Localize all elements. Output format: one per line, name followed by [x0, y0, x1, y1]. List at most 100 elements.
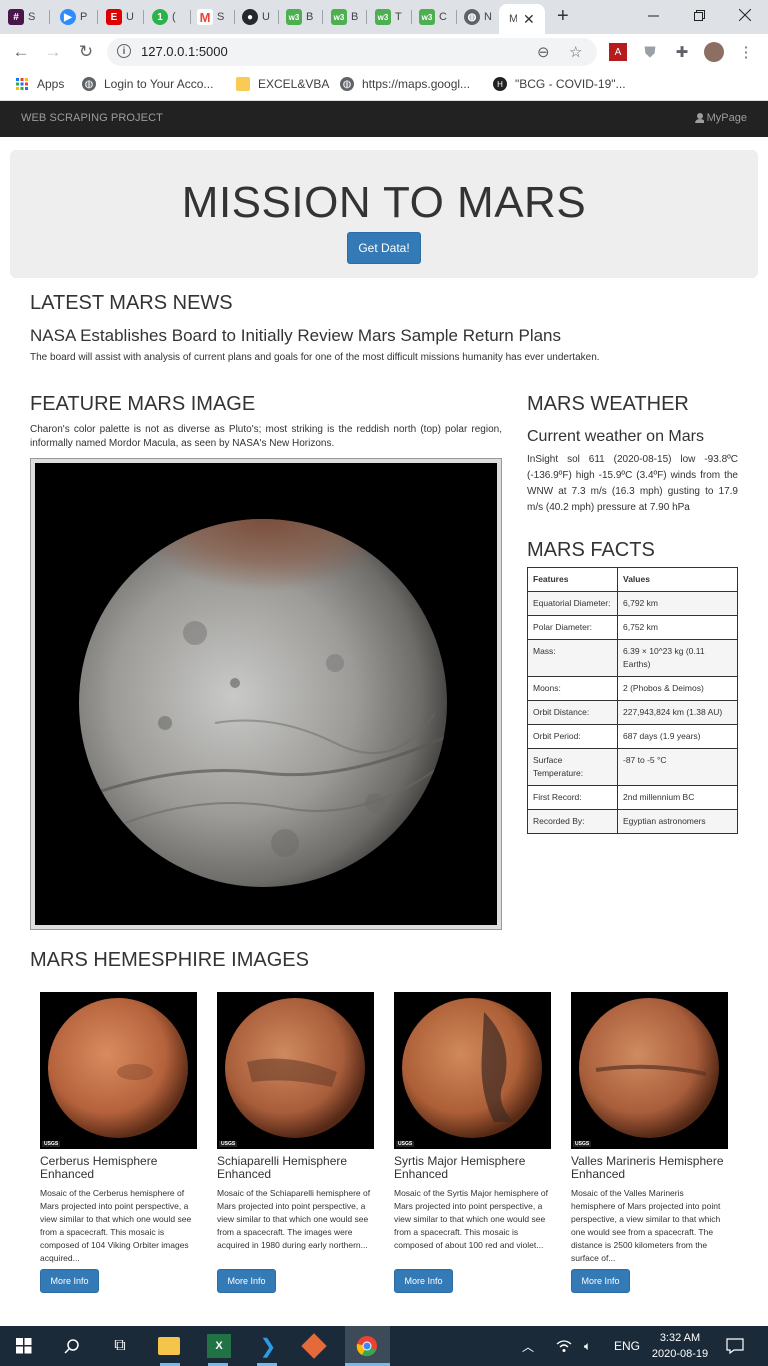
pdf-extension-icon[interactable]: A — [609, 43, 627, 61]
more-info-button[interactable]: More Info — [394, 1269, 453, 1293]
volume-icon[interactable]: 🔈︎ — [584, 1326, 591, 1366]
browser-tab[interactable]: E U — [106, 4, 134, 30]
weather-heading: MARS WEATHER — [527, 393, 689, 415]
table-row: Polar Diameter: 6,752 km — [527, 615, 738, 640]
bookmark-excel-vba[interactable]: EXCEL&VBA — [236, 77, 329, 91]
more-info-button[interactable]: More Info — [571, 1269, 630, 1293]
browser-tab[interactable]: w3 B — [286, 4, 314, 30]
search-button[interactable] — [60, 1334, 84, 1358]
fact-key: Surface Temperature: — [527, 748, 618, 786]
forward-button[interactable]: → — [42, 41, 64, 63]
browser-tab-active[interactable]: M ✕ — [499, 4, 545, 34]
minimize-button[interactable] — [630, 0, 676, 30]
menu-kebab-icon[interactable]: ⋮ — [737, 43, 755, 61]
table-header-row: Features Values — [527, 567, 738, 592]
bookmark-bcg[interactable]: H "BCG - COVID-19"... — [493, 77, 626, 91]
puzzle-extensions-icon[interactable]: ✚ — [673, 43, 691, 61]
language-indicator[interactable]: ENG — [614, 1326, 640, 1366]
hemisphere-image: USGS — [571, 992, 728, 1149]
fact-key: Mass: — [527, 639, 618, 677]
w3schools-icon: w3 — [331, 9, 347, 25]
browser-tab[interactable]: ▶ P — [60, 4, 88, 30]
feature-caption: Charon's color palette is not as diverse… — [30, 424, 502, 449]
hemisphere-description: Mosaic of the Cerberus hemisphere of Mar… — [40, 1188, 192, 1263]
tab-label: P — [80, 11, 88, 23]
site-navbar: WEB SCRAPING PROJECT MyPage — [0, 101, 768, 137]
tab-label: M — [509, 13, 517, 25]
close-tab-icon[interactable]: ✕ — [523, 11, 535, 28]
browser-toolbar: ← → ↻ i 127.0.0.1:5000 ⊖ ☆ A ⛊ ✚ ⋮ — [0, 34, 768, 70]
browser-tab-strip: # S ▶ P E U 1 ( M S ● U w3 B w3 B w3 T w… — [0, 0, 768, 34]
windows-logo-icon — [16, 1338, 32, 1354]
fact-key: Polar Diameter: — [527, 615, 618, 640]
apps-grid-icon — [15, 77, 29, 91]
task-view-button[interactable]: ⧉ — [108, 1334, 132, 1358]
tab-label: U — [262, 11, 270, 23]
hemisphere-title: Syrtis Major Hemisphere Enhanced — [394, 1154, 526, 1181]
fact-value: 2nd millennium BC — [617, 785, 738, 810]
get-data-button[interactable]: Get Data! — [347, 232, 421, 264]
url-text[interactable]: 127.0.0.1:5000 — [141, 44, 228, 59]
vscode-icon[interactable]: ❯ — [256, 1334, 280, 1358]
bookmark-login[interactable]: ◍ Login to Your Acco... — [82, 77, 213, 91]
browser-tab[interactable]: w3 T — [375, 4, 403, 30]
bookmark-star-icon[interactable]: ☆ — [569, 43, 582, 61]
w3schools-icon: w3 — [286, 9, 302, 25]
restore-button[interactable] — [676, 0, 722, 30]
back-button[interactable]: ← — [10, 41, 32, 63]
weather-text: InSight sol 611 (2020-08-15) low -93.8ºC… — [527, 454, 738, 513]
arrow-left-icon: ← — [12, 42, 30, 61]
chrome-taskbar-icon[interactable] — [355, 1334, 379, 1358]
bookmark-apps[interactable]: Apps — [15, 77, 64, 91]
action-center-button[interactable] — [726, 1326, 744, 1366]
usgs-badge: USGS — [396, 1141, 415, 1147]
restore-icon — [693, 9, 705, 21]
reload-button[interactable]: ↻ — [75, 41, 97, 63]
browser-tab[interactable]: # S — [8, 4, 36, 30]
hemisphere-title: Schiaparelli Hemisphere Enhanced — [217, 1154, 348, 1181]
bookmark-label: Login to Your Acco... — [104, 77, 214, 91]
bookmark-label: https://maps.googl... — [362, 77, 471, 91]
browser-tab[interactable]: 1 ( — [152, 4, 180, 30]
bookmark-maps[interactable]: ◍ https://maps.googl... — [340, 77, 470, 91]
news-title: NASA Establishes Board to Initially Revi… — [30, 326, 562, 345]
more-info-button[interactable]: More Info — [217, 1269, 276, 1293]
windows-start-button[interactable] — [12, 1334, 36, 1358]
tab-label: U — [126, 11, 134, 23]
more-info-button[interactable]: More Info — [40, 1269, 99, 1293]
feature-heading: FEATURE MARS IMAGE — [30, 393, 256, 415]
browser-tab[interactable]: w3 B — [331, 4, 359, 30]
show-hidden-icons-button[interactable]: ︿ — [522, 1326, 534, 1366]
close-window-button[interactable] — [722, 0, 768, 30]
new-tab-button[interactable]: + — [557, 5, 569, 28]
mypage-link[interactable]: MyPage — [694, 112, 747, 124]
tab-label: S — [28, 11, 36, 23]
git-icon[interactable] — [301, 1333, 327, 1359]
browser-tab[interactable]: w3 C — [419, 4, 447, 30]
jumbotron: MISSION TO MARS Get Data! — [10, 150, 758, 278]
h-icon: H — [493, 77, 507, 91]
browser-tab[interactable]: M S — [197, 4, 225, 30]
browser-tab[interactable]: ● U — [242, 4, 270, 30]
hemisphere-description: Mosaic of the Valles Marineris hemispher… — [571, 1188, 721, 1263]
system-clock[interactable]: 3:32 AM 2020-08-19 — [646, 1330, 714, 1362]
wifi-icon[interactable] — [556, 1326, 572, 1366]
file-explorer-icon[interactable] — [158, 1337, 180, 1355]
avatar[interactable] — [704, 42, 724, 62]
news-paragraph: The board will assist with analysis of c… — [30, 352, 600, 363]
clock-time: 3:32 AM — [659, 1332, 701, 1344]
address-bar[interactable]: i 127.0.0.1:5000 ⊖ ☆ — [107, 38, 597, 66]
browser-tab[interactable]: ◍ N — [464, 4, 492, 30]
task-view-icon: ⧉ — [114, 1337, 126, 1354]
tab-label: B — [351, 11, 359, 23]
shield-extension-icon[interactable]: ⛊ — [641, 43, 659, 61]
info-icon[interactable]: i — [117, 44, 131, 58]
hemisphere-card: USGS Syrtis Major Hemisphere Enhanced Mo… — [394, 992, 551, 1293]
tab-label: ( — [172, 11, 176, 23]
fact-value: -87 to -5 °C — [617, 748, 738, 786]
fact-value: 687 days (1.9 years) — [617, 724, 738, 749]
folder-icon — [236, 77, 250, 91]
zoom-icon[interactable]: ⊖ — [537, 43, 550, 61]
navbar-brand[interactable]: WEB SCRAPING PROJECT — [21, 112, 163, 124]
excel-icon[interactable]: X — [207, 1334, 231, 1358]
